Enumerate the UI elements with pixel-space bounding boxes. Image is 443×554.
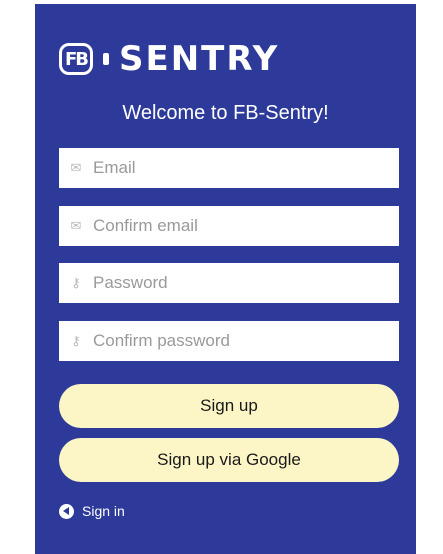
password-input[interactable] — [93, 265, 383, 301]
confirm-password-field[interactable]: ⚷ — [59, 321, 399, 361]
password-field[interactable]: ⚷ — [59, 263, 399, 303]
email-field[interactable]: ✉ — [59, 148, 399, 188]
logo-mark: FB — [59, 43, 93, 75]
key-icon: ⚷ — [71, 275, 81, 291]
signup-button[interactable]: Sign up — [59, 384, 399, 428]
welcome-heading: Welcome to FB-Sentry! — [122, 102, 329, 124]
envelope-icon: ✉ — [70, 218, 82, 234]
fb-sentry-logo: FB SENTRY — [59, 42, 349, 76]
signup-panel: FB SENTRY Welcome to FB-Sentry! ✉ ✉ ⚷ ⚷ … — [35, 4, 416, 554]
signin-link[interactable]: Sign in — [59, 503, 125, 519]
confirm-email-field[interactable]: ✉ — [59, 206, 399, 246]
signup-google-button[interactable]: Sign up via Google — [59, 438, 399, 482]
signin-link-label: Sign in — [82, 503, 125, 519]
signup-google-button-label: Sign up via Google — [157, 450, 301, 469]
key-icon: ⚷ — [71, 333, 81, 349]
email-input[interactable] — [93, 150, 383, 186]
confirm-password-input[interactable] — [93, 323, 383, 359]
envelope-icon: ✉ — [70, 160, 82, 176]
confirm-email-input[interactable] — [93, 208, 383, 244]
logo-text: SENTRY — [119, 39, 280, 79]
back-arrow-icon — [59, 503, 74, 519]
signup-button-label: Sign up — [200, 396, 258, 415]
logo-separator — [103, 53, 109, 65]
